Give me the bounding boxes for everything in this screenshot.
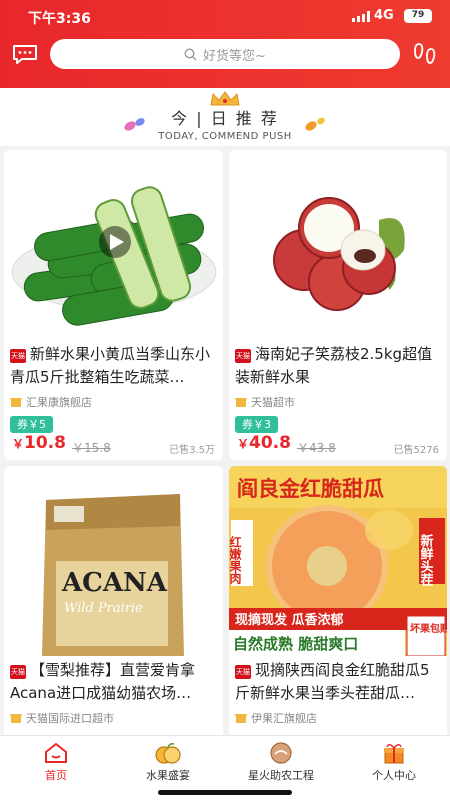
tab-profile-label: 个人中心 <box>372 769 416 782</box>
battery-icon: 79 <box>404 9 432 23</box>
tab-farm-label: 星火助农工程 <box>248 769 314 782</box>
acana-line-text: Wild Prairie <box>64 601 143 616</box>
coupon-badge[interactable]: 券￥5 <box>10 416 53 433</box>
header-bar: 下午3:36 4G 79 好货等您~ <box>0 0 450 88</box>
original-price: ￥15.8 <box>72 441 111 455</box>
product-title: 天猫 海南妃子笑荔枝2.5kg超值装新鲜水果 <box>235 343 442 389</box>
message-icon[interactable] <box>12 44 38 64</box>
product-title: 天猫 【雪梨推荐】直营爱肯拿Acana进口成猫幼猫农场… <box>10 659 217 705</box>
price: ￥40.8 <box>237 433 291 453</box>
product-title-text: 【雪梨推荐】直营爱肯拿Acana进口成猫幼猫农场… <box>10 661 196 702</box>
search-placeholder: 好货等您~ <box>203 48 266 64</box>
price: ￥10.8 <box>12 433 66 453</box>
shop-name-text: 汇果康旗舰店 <box>26 396 92 409</box>
status-time: 下午3:36 <box>28 11 91 27</box>
melon-stamp-text: 坏果包赔 <box>410 622 447 635</box>
price-value: 10.8 <box>24 433 66 453</box>
melon-top-text: 阎良金红脆甜瓜 <box>237 477 384 501</box>
acana-brand-text: ACANA <box>61 568 168 598</box>
melon-left-text: 红嫩果肉 <box>229 535 242 585</box>
tmall-badge: 天猫 <box>235 665 251 679</box>
tab-farm[interactable]: 星火助农工程 <box>225 740 337 784</box>
product-card[interactable]: 阎良金红脆甜瓜 红嫩果肉 新鲜头茬 现摘现发 瓜香浓郁 自然成熟 脆甜爽口 坏果… <box>229 466 447 756</box>
product-card[interactable]: 天猫 海南妃子笑荔枝2.5kg超值装新鲜水果 天猫超市 券￥3 ￥40.8 ￥43… <box>229 150 447 460</box>
shop-name: 伊果汇旗舰店 <box>235 710 317 726</box>
fruit-icon <box>155 743 181 764</box>
original-price: ￥43.8 <box>297 441 336 455</box>
product-image: ACANA Wild Prairie <box>4 466 223 656</box>
coupon-badge[interactable]: 券￥3 <box>235 416 278 433</box>
sold-count: 已售3.5万 <box>169 445 215 456</box>
sold-count: 已售5276 <box>393 445 439 456</box>
price-symbol: ￥ <box>12 437 25 451</box>
today-title: 今 | 日 推 荐 <box>171 109 279 128</box>
tmall-badge: 天猫 <box>10 665 26 679</box>
melon-bottom-text: 自然成熟 脆甜爽口 <box>233 635 358 653</box>
shop-name: 汇果康旗舰店 <box>10 394 92 410</box>
app-screen: 下午3:36 4G 79 好货等您~ 今 | 日 推 荐 TODAY, COMM… <box>0 0 450 800</box>
shop-name-text: 天猫国际进口超市 <box>26 712 114 725</box>
today-subtitle: TODAY, COMMEND PUSH <box>158 131 292 142</box>
shop-icon <box>235 397 247 407</box>
today-recommend-header: 今 | 日 推 荐 TODAY, COMMEND PUSH <box>0 88 450 146</box>
product-title-text: 海南妃子笑荔枝2.5kg超值装新鲜水果 <box>235 345 433 386</box>
search-input[interactable]: 好货等您~ <box>50 39 400 69</box>
product-title-text: 新鲜水果小黄瓜当季山东小青瓜5斤批整箱生吃蔬菜… <box>10 345 211 386</box>
gift-icon <box>384 744 404 764</box>
shop-icon <box>10 397 22 407</box>
melon-band-text: 现摘现发 瓜香浓郁 <box>235 612 344 628</box>
product-image <box>229 150 447 340</box>
tmall-badge: 天猫 <box>10 349 26 363</box>
tab-home[interactable]: 首页 <box>0 740 112 784</box>
price-symbol: ￥ <box>237 437 250 451</box>
shop-icon <box>235 713 247 723</box>
tab-fruit[interactable]: 水果盛宴 <box>112 740 224 784</box>
shop-name-text: 伊果汇旗舰店 <box>251 712 317 725</box>
footprint-icon[interactable] <box>414 41 438 67</box>
tab-home-label: 首页 <box>45 769 67 782</box>
product-image: 阎良金红脆甜瓜 红嫩果肉 新鲜头茬 现摘现发 瓜香浓郁 自然成熟 脆甜爽口 坏果… <box>229 466 447 656</box>
tab-fruit-label: 水果盛宴 <box>146 769 190 782</box>
signal-icon <box>352 11 370 22</box>
shop-name: 天猫超市 <box>235 394 295 410</box>
shop-name: 天猫国际进口超市 <box>10 710 114 726</box>
home-indicator[interactable] <box>158 790 292 795</box>
product-card[interactable]: ACANA Wild Prairie 天猫 【雪梨推荐】直营爱肯拿Acana进口成… <box>4 466 223 756</box>
product-image <box>4 150 223 340</box>
melon-right-text: 新鲜头茬 <box>418 533 434 587</box>
shop-icon <box>10 713 22 723</box>
shop-name-text: 天猫超市 <box>251 396 295 409</box>
tab-profile[interactable]: 个人中心 <box>338 740 450 784</box>
decoration-right-icon <box>305 117 325 131</box>
product-title-text: 现摘陕西阎良金红脆甜瓜5斤新鲜水果当季头茬甜瓜… <box>235 661 430 702</box>
farm-icon <box>270 742 292 764</box>
product-title: 天猫 现摘陕西阎良金红脆甜瓜5斤新鲜水果当季头茬甜瓜… <box>235 659 442 705</box>
search-icon <box>184 47 197 60</box>
network-label: 4G <box>374 8 394 23</box>
status-bar: 下午3:36 4G 79 <box>0 0 450 34</box>
tmall-badge: 天猫 <box>235 349 251 363</box>
price-value: 40.8 <box>249 433 291 453</box>
home-icon <box>45 743 67 763</box>
product-title: 天猫 新鲜水果小黄瓜当季山东小青瓜5斤批整箱生吃蔬菜… <box>10 343 217 389</box>
product-card[interactable]: 天猫 新鲜水果小黄瓜当季山东小青瓜5斤批整箱生吃蔬菜… 汇果康旗舰店 券￥5 ￥1… <box>4 150 223 460</box>
